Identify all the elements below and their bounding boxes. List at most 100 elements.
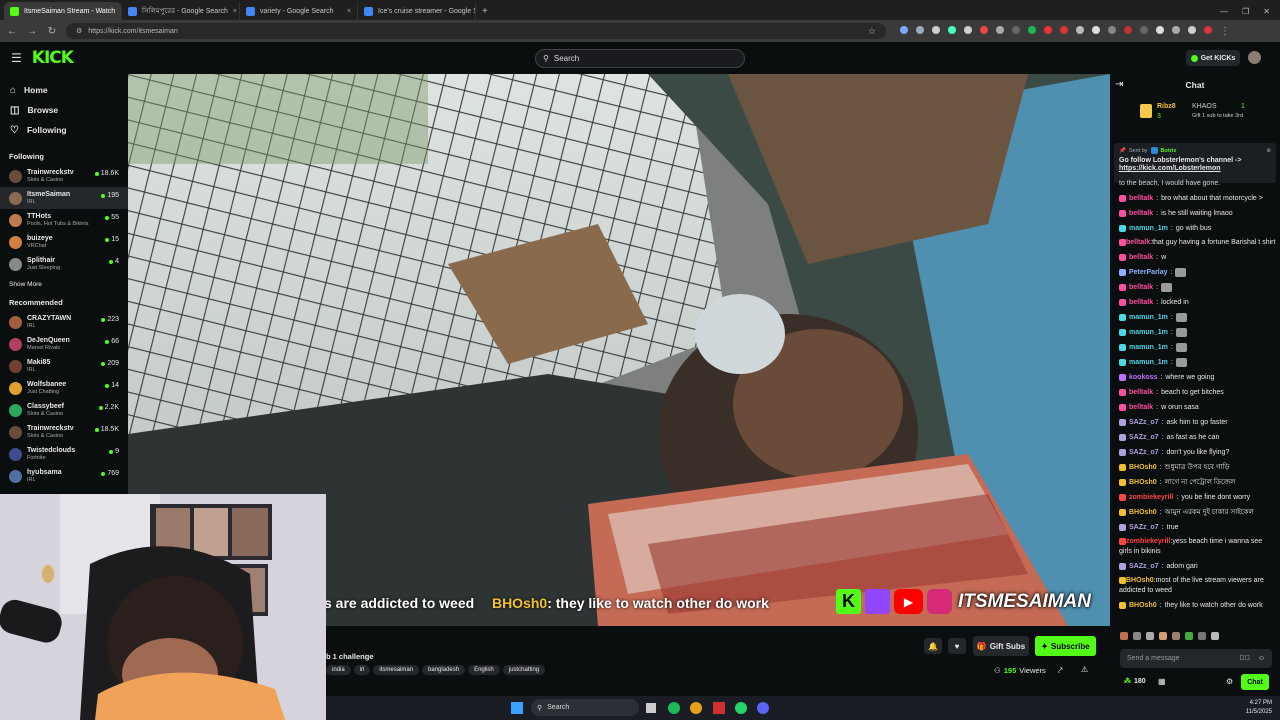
share-icon[interactable]: ⤤ — [1058, 666, 1063, 676]
tab-close-icon[interactable]: × — [347, 8, 351, 15]
profile-avatar[interactable] — [1204, 25, 1212, 34]
back-icon[interactable]: ← — [6, 26, 18, 37]
chat-username[interactable]: zombiekeyrill — [1126, 538, 1170, 545]
extension-icon[interactable] — [1076, 25, 1084, 34]
chat-username[interactable]: belltalk — [1129, 191, 1153, 206]
chat-username[interactable]: BHOsh0 — [1129, 505, 1157, 520]
emote-icon[interactable] — [1146, 632, 1154, 640]
gift-subs-button[interactable]: 🎁 Gift Subs — [973, 636, 1029, 656]
chat-username[interactable]: belltalk — [1126, 239, 1150, 246]
maximize-icon[interactable]: ❐ — [1242, 7, 1249, 16]
sidebar-channel[interactable]: Trainwreckstv Slots & Casino 18.5K — [0, 421, 128, 443]
extension-icon[interactable] — [980, 25, 988, 34]
chat-username[interactable]: mamun_1m — [1129, 221, 1168, 236]
report-icon[interactable]: ⚠ — [1081, 665, 1088, 674]
discord-icon[interactable] — [757, 702, 769, 714]
close-window-icon[interactable]: ✕ — [1263, 7, 1270, 16]
calendar-icon[interactable]: ▦ — [1158, 677, 1166, 686]
sidebar-channel[interactable]: Splithair Just Sleeping 4 — [0, 253, 128, 275]
extension-icon[interactable] — [1124, 25, 1132, 34]
sidebar-channel[interactable]: Classybeef Slots & Casino 2.2K — [0, 399, 128, 421]
browser-tab[interactable]: ItsmeSaiman Stream - Watch× — [4, 2, 122, 20]
site-info-icon[interactable]: ⚙ — [76, 27, 82, 35]
chat-username[interactable]: SAZz_o7 — [1129, 430, 1159, 445]
extension-icon[interactable] — [1012, 25, 1020, 34]
stream-tag[interactable]: itsmesaiman — [373, 665, 420, 675]
new-tab-button[interactable]: + — [482, 6, 488, 17]
sidebar-channel[interactable]: CRAZYTAWN IRL 223 — [0, 311, 128, 333]
chat-username[interactable]: belltalk — [1129, 280, 1153, 295]
subscribe-button[interactable]: ✦ Subscribe — [1035, 636, 1096, 656]
whatsapp-icon[interactable] — [735, 702, 747, 714]
extension-icon[interactable] — [916, 25, 924, 34]
sidebar-channel[interactable]: TTHots Pools, Hot Tubs & Bikinis 55 — [0, 209, 128, 231]
chat-username[interactable]: SAZz_o7 — [1129, 520, 1159, 535]
sidebar-nav-following[interactable]: ♡ Following — [0, 120, 128, 140]
search-input[interactable]: ⚲ Search — [535, 49, 745, 68]
sidebar-channel[interactable]: Twistedclouds Fortnite 9 — [0, 443, 128, 465]
unpin-icon[interactable]: ⊗ — [1266, 148, 1271, 154]
windows-start-icon[interactable] — [511, 702, 523, 714]
chat-username[interactable]: belltalk — [1129, 400, 1153, 415]
extension-icon[interactable] — [932, 25, 940, 34]
chat-username[interactable]: BHOsh0 — [1126, 577, 1154, 584]
chat-username[interactable]: zombiekeyrill — [1129, 490, 1173, 505]
file-explorer-icon[interactable] — [646, 703, 656, 713]
spotify-icon[interactable] — [668, 702, 680, 714]
extension-icon[interactable] — [1092, 25, 1100, 34]
hamburger-menu-icon[interactable]: ☰ — [11, 51, 22, 65]
notification-bell-button[interactable]: 🔔 — [924, 638, 942, 654]
tab-close-icon[interactable]: × — [233, 8, 237, 15]
emote-icon[interactable] — [1185, 632, 1193, 640]
chat-username[interactable]: SAZz_o7 — [1129, 559, 1159, 574]
extension-icon[interactable] — [1156, 25, 1164, 34]
url-field[interactable]: ⚙ https://kick.com/itsmesaiman ☆ — [66, 23, 886, 39]
chat-username[interactable]: PeterParlay — [1129, 265, 1168, 280]
sidebar-channel[interactable]: ItsmeSaiman IRL 195 — [0, 187, 128, 209]
follow-heart-button[interactable]: ♥ — [948, 638, 966, 654]
show-more-link[interactable]: Show More — [0, 275, 128, 290]
sidebar-nav-browse[interactable]: ◫ Browse — [0, 100, 128, 120]
emote-icon[interactable] — [1172, 632, 1180, 640]
chat-username[interactable]: mamun_1m — [1129, 340, 1168, 355]
sidebar-channel[interactable]: Wolfsbanee Just Chatting 14 — [0, 377, 128, 399]
menu-kebab-icon[interactable]: ⋮ — [1220, 26, 1230, 37]
chat-settings-icon[interactable]: ⚙ — [1226, 677, 1233, 686]
extension-icon[interactable] — [996, 25, 1004, 34]
chat-username[interactable]: BHOsh0 — [1129, 475, 1157, 490]
extension-icon[interactable] — [964, 25, 972, 34]
browser-tab[interactable]: Ice's cruise streamer - Google S× — [358, 2, 476, 20]
emote-icon[interactable] — [1120, 632, 1128, 640]
get-kicks-button[interactable]: Get KICKs — [1186, 50, 1240, 66]
extension-icon[interactable] — [1188, 25, 1196, 34]
sidebar-channel[interactable]: DeJenQueen Marvel Rivals 66 — [0, 333, 128, 355]
extension-icon[interactable] — [1060, 25, 1068, 34]
stream-tag[interactable]: india — [326, 665, 351, 675]
extension-icon[interactable] — [1140, 25, 1148, 34]
media-app-icon[interactable] — [713, 702, 725, 714]
forward-icon[interactable]: → — [26, 26, 38, 37]
emoji-icon[interactable]: ☺ — [1258, 655, 1265, 662]
stream-tag[interactable]: irl — [353, 665, 371, 675]
chat-send-button[interactable]: Chat — [1241, 674, 1269, 690]
extension-icon[interactable] — [1108, 25, 1116, 34]
minimize-icon[interactable]: — — [1220, 7, 1228, 16]
sidebar-channel[interactable]: hyubsama IRL 769 — [0, 465, 128, 487]
chat-username[interactable]: belltalk — [1129, 385, 1153, 400]
emote-icon[interactable] — [1198, 632, 1206, 640]
chat-username[interactable]: mamun_1m — [1129, 310, 1168, 325]
chat-username[interactable]: BHOsh0 — [1129, 460, 1157, 475]
reload-icon[interactable]: ↻ — [46, 26, 58, 37]
stream-tag[interactable]: English — [468, 665, 500, 675]
browser-tab[interactable]: সিলিমপুরের - Google Search × — [122, 2, 240, 20]
user-avatar[interactable] — [1248, 51, 1261, 64]
stream-tag[interactable]: bangladesh — [422, 665, 466, 675]
kick-logo[interactable]: KICK — [32, 48, 74, 68]
sidebar-channel[interactable]: Trainwreckstv Slots & Casino 18.6K — [0, 165, 128, 187]
pinned-link[interactable]: https://kick.com/Lobsterlemon — [1119, 165, 1271, 172]
extension-icon[interactable] — [900, 25, 908, 34]
chat-username[interactable]: belltalk — [1129, 295, 1153, 310]
stream-tag[interactable]: justchatting — [502, 665, 546, 675]
sidebar-nav-home[interactable]: ⌂ Home — [0, 80, 128, 100]
extension-icon[interactable] — [1044, 25, 1052, 34]
